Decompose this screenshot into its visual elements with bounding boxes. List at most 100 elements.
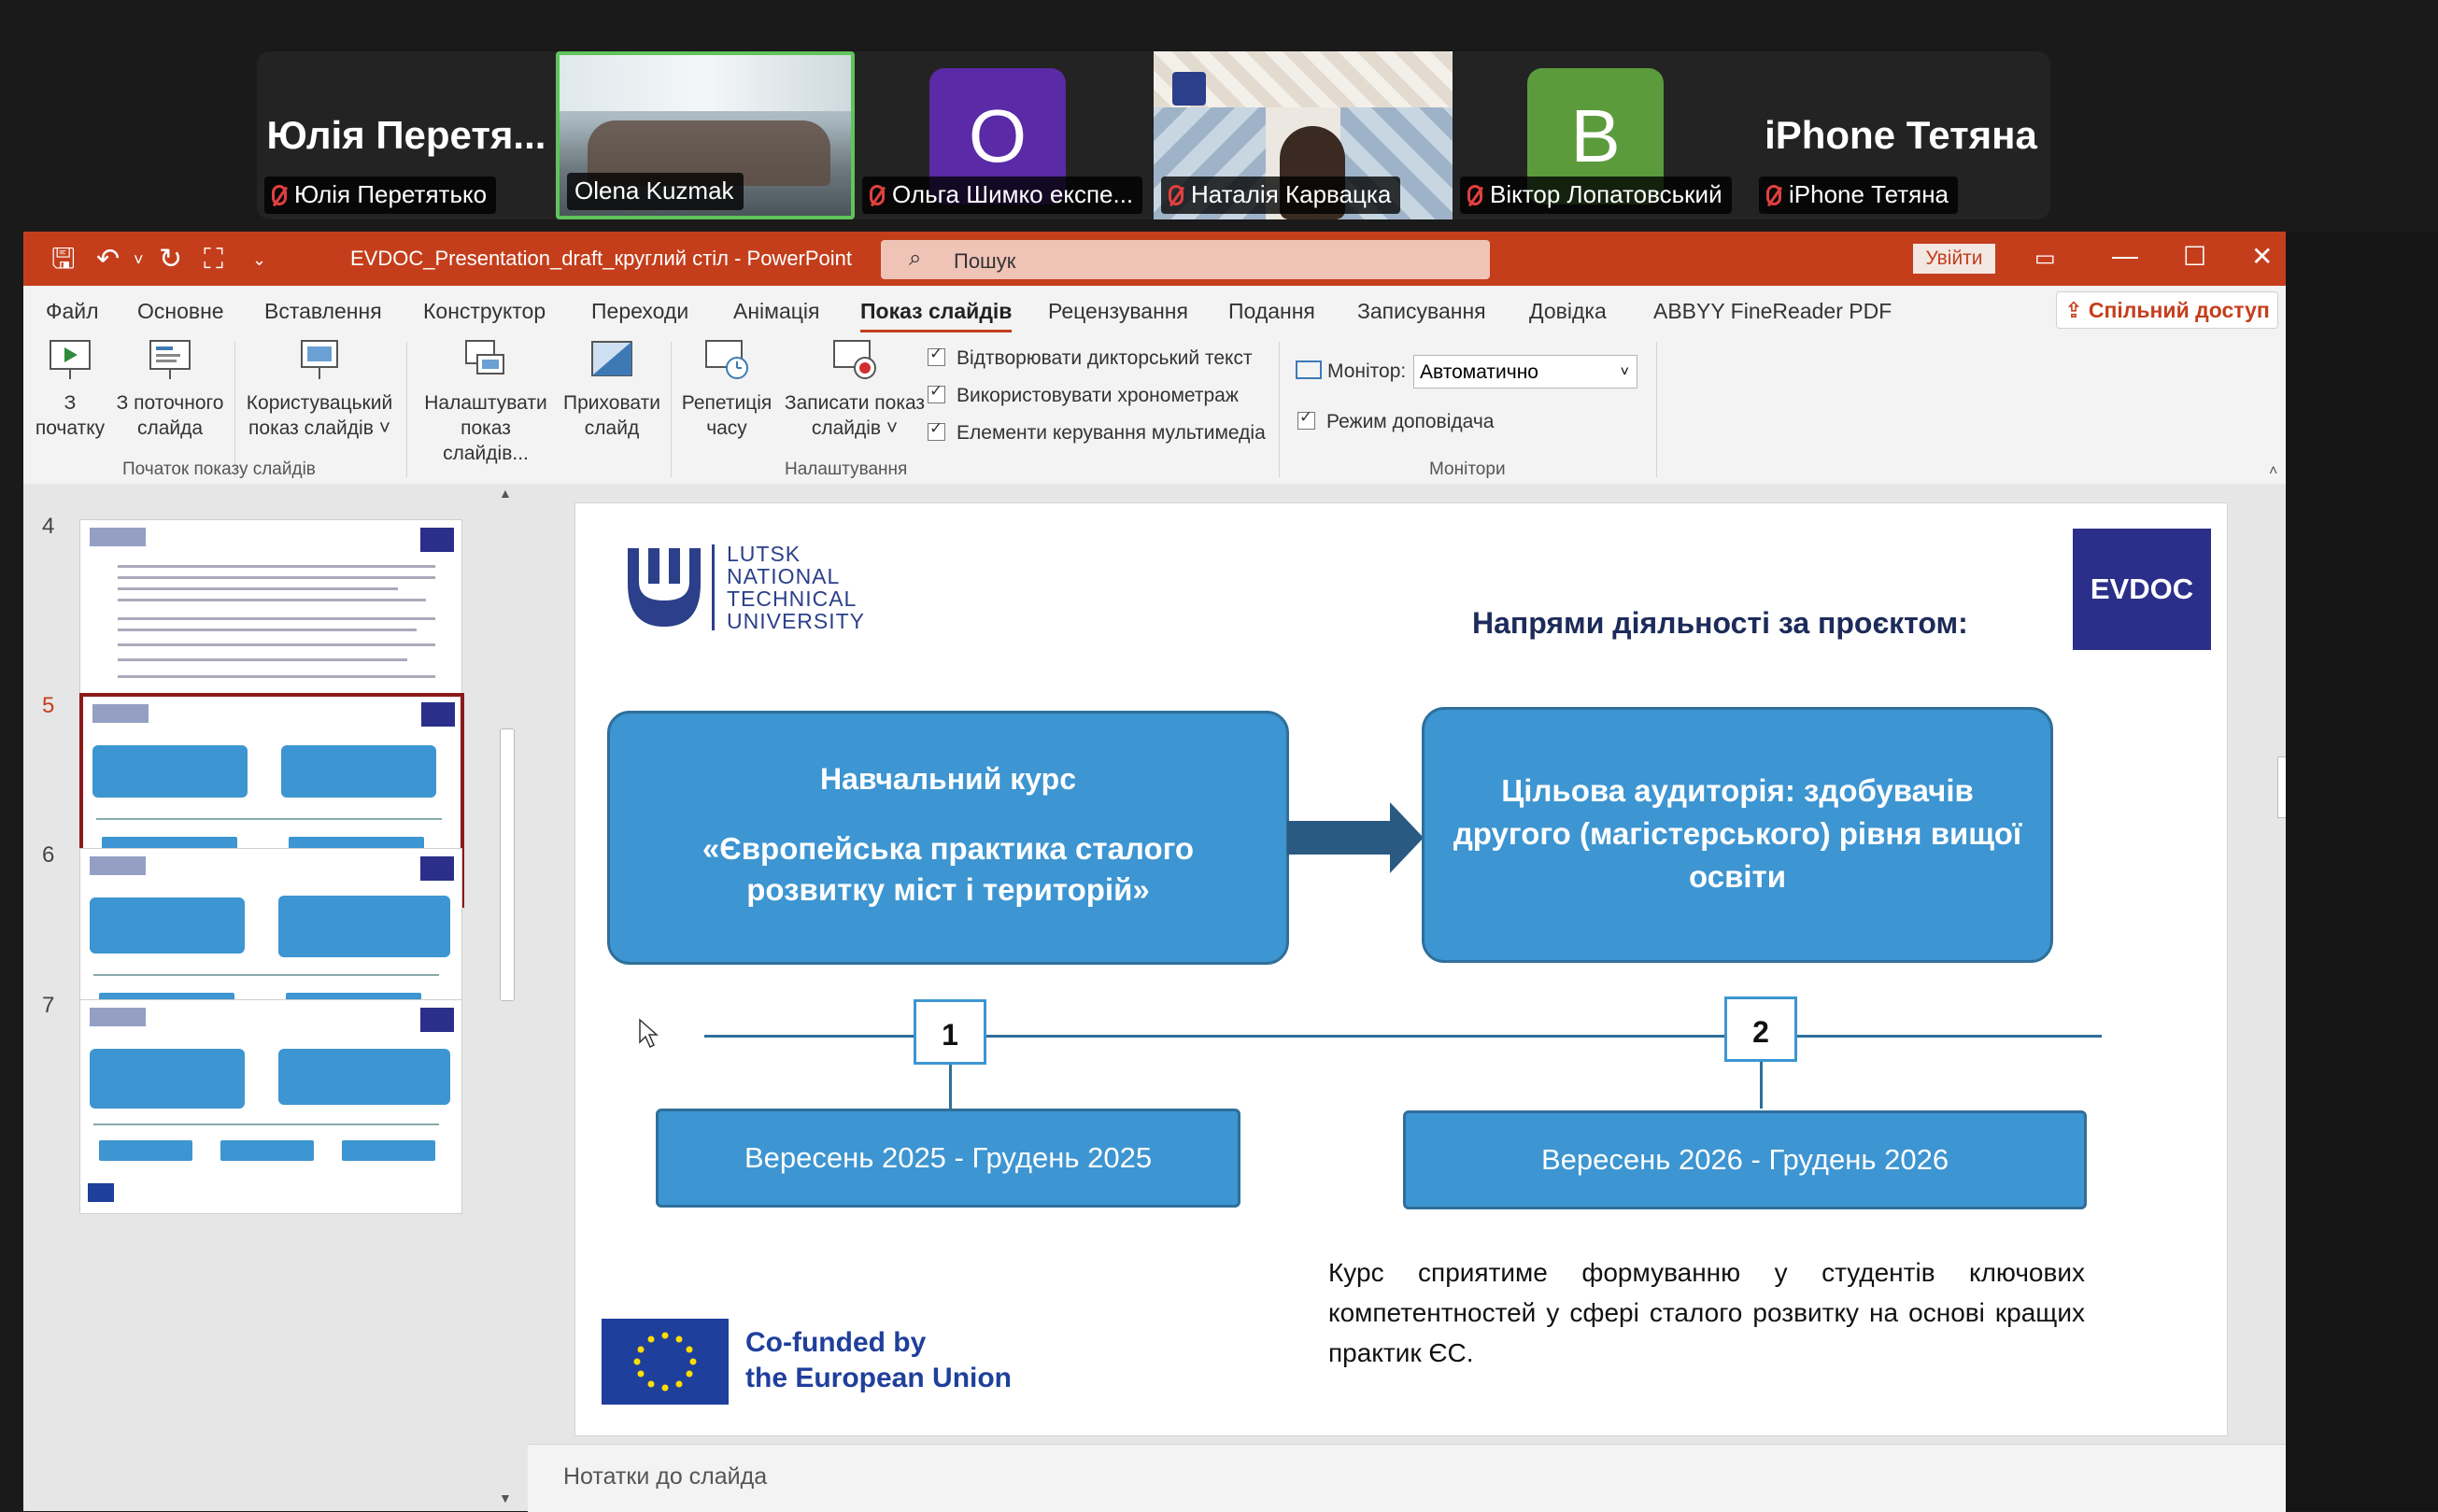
thumb-box xyxy=(90,1049,245,1109)
document-title: EVDOC_Presentation_draft_круглий стіл - … xyxy=(350,247,853,270)
thumb-text-line xyxy=(118,643,435,646)
media-controls-checkbox[interactable]: Елементи керування мультимедіа xyxy=(928,419,1266,445)
mic-muted-icon xyxy=(1169,185,1184,205)
university-name-line: UNIVERSITY xyxy=(727,609,866,633)
slide-scrollbar[interactable] xyxy=(2276,486,2287,1442)
hide-slide-button[interactable]: Приховати слайд xyxy=(560,338,663,441)
slide-thumbnail[interactable] xyxy=(79,999,462,1214)
participant-tile-active-speaker[interactable]: Olena Kuzmak xyxy=(556,51,855,219)
thumb-text-line xyxy=(118,675,435,678)
redo-icon[interactable]: ↻ xyxy=(159,246,182,274)
tab-home[interactable]: Основне xyxy=(137,299,224,324)
customize-toolbar-icon[interactable]: ⌄ xyxy=(252,247,266,273)
search-icon: ⌕ xyxy=(909,246,922,271)
checkbox-label: Елементи керування мультимедіа xyxy=(957,422,1266,444)
record-label: слайдів ˅ xyxy=(811,417,899,439)
thumbnails-scrollbar[interactable]: ▲ ▼ xyxy=(496,486,517,1509)
from-beginning-button[interactable]: З початку xyxy=(33,338,107,441)
ribbon-tabs: Файл Основне Вставлення Конструктор Пере… xyxy=(23,286,2286,333)
university-name-line: NATIONAL xyxy=(727,564,841,588)
participant-label-text: Віктор Лопатовський xyxy=(1490,180,1722,208)
rehearse-timings-button[interactable]: Репетиція часу xyxy=(675,338,778,441)
video-participants-strip: Юлія Перетя... Юлія Перетятько Olena Kuz… xyxy=(257,51,2050,219)
timeline-connector xyxy=(1760,1062,1763,1109)
mic-muted-icon xyxy=(272,185,287,205)
university-name-line: TECHNICAL xyxy=(727,586,858,611)
setup-show-label: Налаштувати xyxy=(424,392,547,414)
tab-slide-show[interactable]: Показ слайдів xyxy=(860,299,1013,333)
from-beginning-label: З xyxy=(64,392,77,414)
from-current-slide-button[interactable]: З поточного слайда xyxy=(109,338,231,441)
monitor-label-text: Монітор: xyxy=(1327,360,1407,382)
thumb-text-line xyxy=(118,587,398,590)
tab-design[interactable]: Конструктор xyxy=(423,299,546,324)
participant-tile[interactable]: Наталія Карвацка xyxy=(1154,51,1453,219)
thumb-box xyxy=(278,896,450,957)
checkbox-label: Використовувати хронометраж xyxy=(957,385,1239,406)
set-up-slide-show-button[interactable]: Налаштувати показ слайдів... xyxy=(416,338,556,466)
play-narrations-checkbox[interactable]: Відтворювати дикторський текст xyxy=(928,345,1253,370)
tab-help[interactable]: Довідка xyxy=(1529,299,1607,324)
search-input[interactable]: ⌕ Пошук xyxy=(881,240,1490,279)
custom-slide-show-button[interactable]: Користувацький показ слайдів ˅ xyxy=(240,338,399,441)
monitor-label: Монітор: xyxy=(1296,360,1406,383)
cofunded-line: Co-funded by xyxy=(745,1327,927,1358)
presentation-icon[interactable]: ⛶ xyxy=(204,246,223,274)
scroll-up-icon[interactable]: ▲ xyxy=(499,486,512,501)
undo-icon[interactable]: ↶ xyxy=(96,246,120,274)
save-icon[interactable]: 🖫 xyxy=(51,246,76,274)
checkbox-label: Відтворювати дикторський текст xyxy=(957,347,1253,369)
collapse-ribbon-icon[interactable]: ˄ xyxy=(2269,463,2277,480)
notes-pane[interactable]: Нотатки до слайда xyxy=(528,1444,2286,1512)
from-current-label: слайда xyxy=(136,417,204,439)
undo-dropdown-icon[interactable]: ˅ xyxy=(134,247,144,273)
thumb-timeline xyxy=(93,1123,439,1125)
mic-muted-icon xyxy=(870,185,885,205)
record-icon xyxy=(831,338,878,381)
minimize-icon[interactable]: — xyxy=(2112,241,2138,271)
record-slide-show-button[interactable]: Записати показ слайдів ˅ xyxy=(780,338,929,441)
close-icon[interactable]: ✕ xyxy=(2251,241,2273,272)
presenter-view-checkbox[interactable]: Режим доповідача xyxy=(1297,408,1495,433)
tab-abbyy[interactable]: ABBYY FineReader PDF xyxy=(1653,299,1892,324)
monitor-select[interactable]: Автоматично ˅ xyxy=(1413,355,1637,389)
cofunded-text: Co-funded by the European Union xyxy=(745,1325,1012,1396)
participant-label: Olena Kuzmak xyxy=(567,173,744,210)
participant-tile[interactable]: iPhone Тетяна iPhone Тетяна xyxy=(1751,51,2050,219)
participant-tile[interactable]: O Ольга Шимко експе... xyxy=(855,51,1154,219)
setup-show-label: показ слайдів... xyxy=(443,417,529,464)
tab-animations[interactable]: Анімація xyxy=(733,299,820,324)
checkbox-label: Режим доповідача xyxy=(1326,411,1495,432)
tab-review[interactable]: Рецензування xyxy=(1048,299,1188,324)
participant-tile[interactable]: Юлія Перетя... Юлія Перетятько xyxy=(257,51,556,219)
thumb-box xyxy=(90,897,245,954)
timeline-connector xyxy=(949,1065,952,1109)
university-name-line: LUTSK xyxy=(727,542,801,566)
course-box: Навчальний курс «Європейська практика ст… xyxy=(607,711,1289,965)
tab-transitions[interactable]: Переходи xyxy=(591,299,688,324)
share-button[interactable]: ⇪ Спільний доступ xyxy=(2056,291,2278,329)
logo-icon xyxy=(1172,72,1206,106)
tab-recording[interactable]: Записування xyxy=(1357,299,1486,324)
group-label-setup: Налаштування xyxy=(785,459,908,479)
thumbnail-number: 6 xyxy=(42,842,55,868)
thumb-timeline xyxy=(96,818,442,820)
participant-tile[interactable]: B Віктор Лопатовський xyxy=(1453,51,1751,219)
share-label: Спільний доступ xyxy=(2088,298,2270,322)
tab-file[interactable]: Файл xyxy=(46,299,99,324)
custom-show-label: показ слайдів ˅ xyxy=(248,417,390,439)
search-placeholder: Пошук xyxy=(954,249,1016,273)
desktop-background xyxy=(2286,232,2438,1511)
current-slide[interactable]: LUTSK NATIONAL TECHNICAL UNIVERSITY EVDO… xyxy=(574,502,2228,1436)
slide-heading: Напрями діяльності за проєктом: xyxy=(1472,606,1968,640)
group-label-start: Початок показу слайдів xyxy=(122,459,316,479)
thumb-date-box xyxy=(220,1140,314,1161)
use-timings-checkbox[interactable]: Використовувати хронометраж xyxy=(928,382,1239,407)
tab-view[interactable]: Подання xyxy=(1228,299,1315,324)
scroll-down-icon[interactable]: ▼ xyxy=(499,1491,512,1505)
ribbon-display-icon[interactable]: ▭ xyxy=(2034,245,2056,272)
scroll-thumb[interactable] xyxy=(500,728,515,1001)
sign-in-button[interactable]: Увійти xyxy=(1913,244,1995,274)
maximize-icon[interactable]: ☐ xyxy=(2183,241,2206,272)
tab-insert[interactable]: Вставлення xyxy=(264,299,382,324)
